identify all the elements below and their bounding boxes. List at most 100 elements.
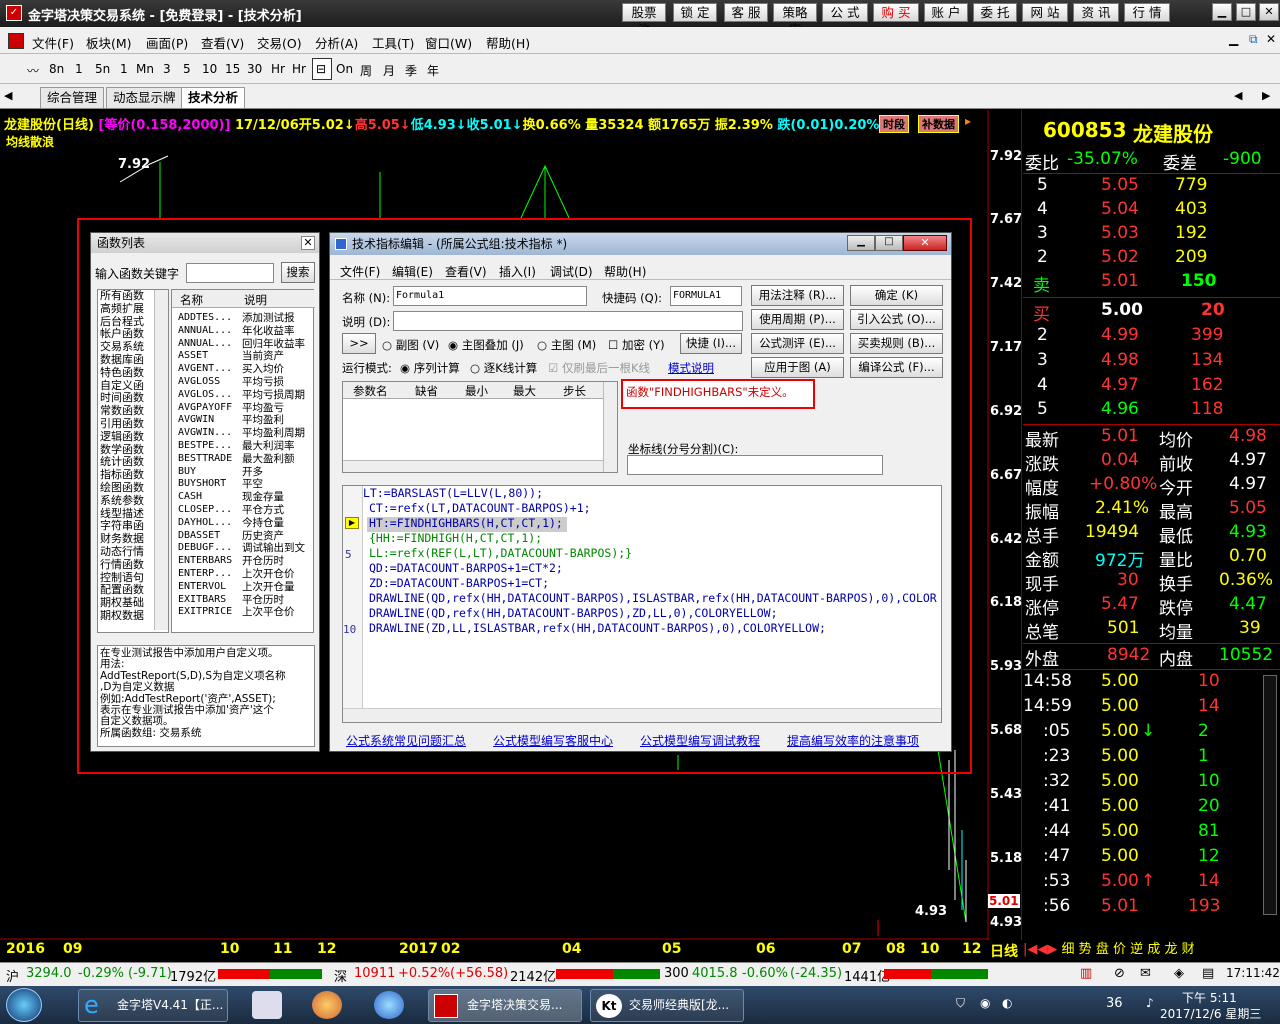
stock-pool-button[interactable]: 股票池	[622, 3, 666, 37]
buy-button[interactable]: 购 买	[873, 3, 919, 22]
alert-icon[interactable]: ✉	[1140, 966, 1151, 981]
strategy-lib-button[interactable]: 策略库	[773, 3, 817, 37]
line-chart-icon[interactable]: 〰	[27, 62, 39, 79]
menu-view[interactable]: 查看(V)	[201, 33, 244, 52]
pin-icon[interactable]: ▸	[965, 114, 971, 128]
radio-series[interactable]: ◉ 序列计算	[400, 360, 460, 376]
shortcut-input[interactable]: FORMULA1	[670, 286, 742, 306]
menu-trade[interactable]: 交易(O)	[257, 33, 302, 52]
param-table[interactable]: 参数名 缺省 最小 最大 步长	[342, 381, 618, 473]
menu-help[interactable]: 帮助(H)	[486, 33, 530, 52]
function-list-close-icon[interactable]: ✕	[301, 236, 315, 250]
tray-icon[interactable]: ◐	[1002, 996, 1012, 1010]
menu-window[interactable]: 窗口(W)	[425, 33, 472, 52]
period-week[interactable]: 周	[360, 62, 372, 79]
category-item[interactable]: 所有函数	[100, 290, 152, 303]
function-name[interactable]: CLOSEP...	[178, 504, 242, 517]
period-30[interactable]: 30	[247, 62, 262, 76]
function-name[interactable]: ENTERBARS	[178, 555, 242, 568]
function-name[interactable]: EXITPRICE	[178, 606, 242, 619]
code-line[interactable]: DRAWLINE(ZD,LL,ISLASTBAR,refx(HH,DATACOU…	[369, 621, 826, 635]
session-button[interactable]: 时段	[879, 115, 909, 133]
category-item[interactable]: 绘图函数	[100, 481, 152, 495]
function-name[interactable]: BUYSHORT	[178, 478, 242, 491]
period-mn[interactable]: Mn	[136, 62, 154, 76]
bottom-tab[interactable]: 成	[1147, 942, 1160, 957]
editor-minimize-icon[interactable]: ▁	[847, 235, 875, 251]
bottom-tab-nav-icon[interactable]: |◀◀▶	[1023, 942, 1057, 957]
code-line[interactable]: CT:=refx(LT,DATACOUNT-BARPOS)+1;	[369, 501, 591, 515]
bird-icon[interactable]	[374, 991, 404, 1019]
category-item[interactable]: 数据库函	[100, 353, 152, 367]
radio-bar-by-bar[interactable]: ○ 逐K线计算	[470, 360, 537, 376]
editor-menu-help[interactable]: 帮助(H)	[604, 263, 646, 280]
bottom-tab[interactable]: 逆	[1130, 942, 1143, 957]
mode-help-link[interactable]: 模式说明	[668, 360, 714, 376]
tab-tech-analysis[interactable]: 技术分析	[181, 87, 246, 108]
function-name[interactable]: ENTERVOL	[178, 581, 242, 594]
function-name[interactable]: BESTTRADE	[178, 453, 242, 466]
menu-tools[interactable]: 工具(T)	[372, 33, 414, 52]
only-last-checkbox[interactable]: ☑ 仅刷最后一根K线	[548, 360, 650, 376]
param-scrollbar[interactable]	[603, 382, 617, 472]
bottom-tab[interactable]: 势	[1079, 942, 1092, 957]
period-5[interactable]: 5	[183, 62, 191, 76]
period-1[interactable]: 1	[75, 62, 83, 76]
function-name[interactable]: ANNUAL...	[178, 338, 242, 351]
clock-date[interactable]: 2017/12/6 星期三	[1160, 1005, 1261, 1022]
category-item[interactable]: 高频扩展	[100, 302, 152, 316]
editor-menu-debug[interactable]: 调试(D)	[550, 263, 593, 280]
tab-prev-icon[interactable]: ◀	[1234, 89, 1242, 102]
code-line[interactable]: QD:=DATACOUNT-BARPOS+1=CT*2;	[369, 561, 563, 575]
connection-icon[interactable]: ⊘	[1114, 966, 1125, 981]
formula-name-input[interactable]: Formula1	[393, 286, 587, 306]
shield-icon[interactable]: ⛉	[956, 996, 965, 1011]
editor-menu-file[interactable]: 文件(F)	[340, 263, 380, 280]
bottom-tab[interactable]: 龙	[1164, 942, 1177, 957]
period-on[interactable]: On	[336, 62, 353, 76]
maximize-icon[interactable]: □	[1236, 3, 1256, 21]
editor-close-icon[interactable]: ✕	[903, 235, 947, 251]
menu-analysis[interactable]: 分析(A)	[315, 33, 358, 52]
bottom-tab[interactable]: 细	[1062, 942, 1075, 957]
code-line[interactable]: DRAWLINE(QD,refx(HH,DATACOUNT-BARPOS),IS…	[369, 591, 941, 605]
function-name[interactable]: ENTERP...	[178, 568, 242, 581]
period-5n[interactable]: 5n	[95, 62, 110, 76]
radio-main[interactable]: ○ 主图 (M)	[537, 337, 596, 353]
category-items[interactable]: 所有函数 高频扩展 后台程式 帐户函数 交易系统 数据库函 特色函数 自定义函 时间函数 常数函数…	[100, 290, 152, 620]
category-item[interactable]: 逻辑函数	[100, 430, 152, 444]
code-line[interactable]: LL:=refx(REF(L,LT),DATACOUNT-BARPOS);}	[369, 546, 632, 560]
function-name[interactable]: BUY	[178, 466, 242, 479]
period-8n[interactable]: 8n	[49, 62, 64, 76]
category-item[interactable]: 期权基础	[100, 596, 152, 610]
description-input[interactable]	[393, 311, 743, 331]
compile-button[interactable]: 编译公式 (F)...	[850, 357, 943, 378]
function-name[interactable]: CASH	[178, 491, 242, 504]
usage-notes-button[interactable]: 用法注释 (R)...	[751, 285, 844, 306]
category-list[interactable]: 所有函数 高频扩展 后台程式 帐户函数 交易系统 数据库函 特色函数 自定义函 时间函数 常数函数…	[97, 289, 169, 633]
import-formula-button[interactable]: 引入公式 (O)...	[850, 309, 943, 330]
category-scrollbar[interactable]	[154, 290, 168, 630]
calc-icon[interactable]: ▤	[1202, 966, 1214, 981]
paint-icon[interactable]	[312, 991, 342, 1019]
minimize-icon[interactable]: ▁	[1212, 3, 1232, 21]
function-search-button[interactable]: 搜索	[281, 262, 315, 283]
market-button[interactable]: 行 情	[1124, 3, 1170, 22]
bottom-tab[interactable]: 盘	[1096, 942, 1109, 957]
period-3[interactable]: 3	[163, 62, 171, 76]
function-name[interactable]: ANNUAL...	[178, 325, 242, 338]
editor-menu-insert[interactable]: 插入(I)	[499, 263, 536, 280]
function-name[interactable]: DAYHOL...	[178, 517, 242, 530]
period-year[interactable]: 年	[427, 62, 439, 79]
clock-time[interactable]: 下午 5:11	[1182, 989, 1237, 1006]
quick-button[interactable]: 快捷 (I)...	[680, 333, 742, 354]
tick-scrollbar[interactable]	[1263, 675, 1277, 915]
editor-maximize-icon[interactable]: □	[875, 235, 903, 251]
tab-next-icon[interactable]: ▶	[1262, 89, 1270, 102]
period-1b[interactable]: 1	[120, 62, 128, 76]
category-item[interactable]: 系统参数	[100, 494, 152, 508]
website-button[interactable]: 网 站	[1022, 3, 1068, 22]
radio-subchart[interactable]: ○ 副图 (V)	[382, 337, 439, 353]
function-names[interactable]: ADDTES... ANNUAL... ANNUAL... ASSET AVGENT..…	[178, 312, 242, 622]
note-icon[interactable]: ◈	[1174, 966, 1184, 981]
